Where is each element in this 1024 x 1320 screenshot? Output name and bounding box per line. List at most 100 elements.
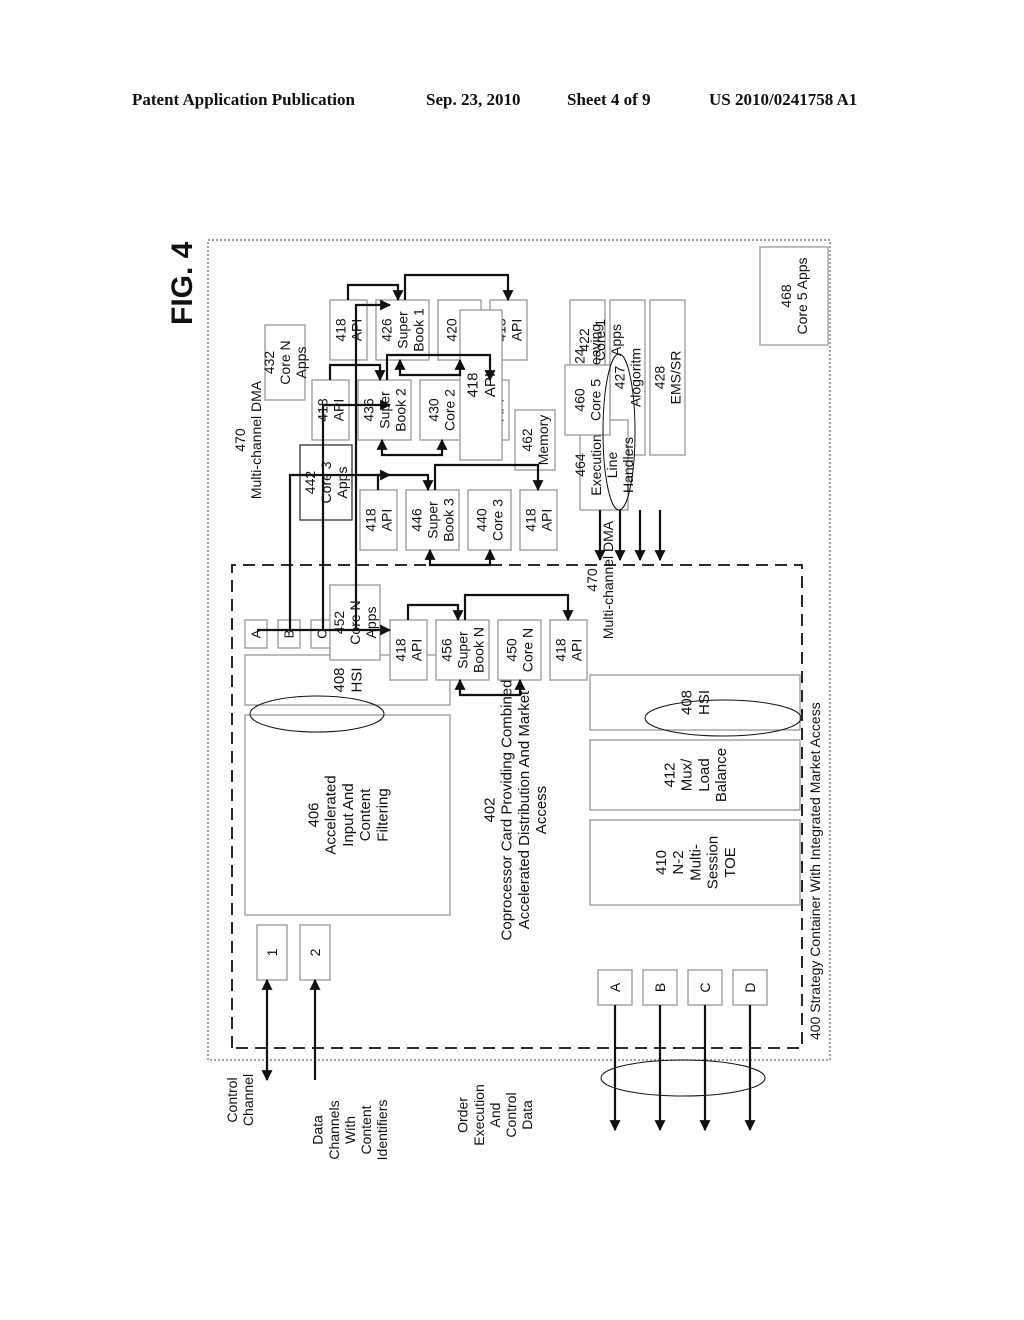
execution-line-handlers-464-text-line: Execution (588, 434, 604, 495)
data-channels-label-line: Data (310, 1115, 326, 1145)
superbook-to-api-out-1 (403, 273, 514, 302)
accelerated-input-filtering-406-text-line: Content (357, 788, 374, 841)
input-port-1-text-line: 1 (264, 948, 280, 956)
mux-load-balance-412: 412 Mux/Load Balance (589, 739, 801, 811)
core-3: 440 Core 3 (467, 489, 512, 551)
api-418-out-core-3: 418 API (519, 489, 558, 551)
core-3-apps-442-text-line: Core 3 (318, 461, 334, 503)
api-418-in-core-1-text-line: 418 (332, 318, 348, 342)
core-n-apps-432-text-line: Core N (277, 340, 293, 384)
super-book-n-text-line: 456 (438, 638, 454, 662)
api-418-in-core-2-text-line: API (330, 399, 346, 422)
mux-load-balance-412-text-line: Balance (713, 748, 730, 802)
data-channels-label-line: Content (358, 1105, 374, 1154)
toe-410-text-line: Multi- (687, 844, 704, 881)
card-label: 402 Coprocessor Card Providing Combined Ac… (481, 680, 550, 941)
api-418-in-core-n: 418 API (389, 619, 428, 681)
core-5-apps-468: 468 Core 5 Apps (759, 246, 829, 346)
dma-port-A: A (244, 619, 268, 649)
super-book-2-text-line: Book 2 (393, 388, 409, 432)
api-418-central: 418 API (459, 309, 503, 461)
super-book-3-text-line: Super (424, 501, 440, 539)
api-418-in-core-3: 418 API (359, 489, 398, 551)
mux-load-balance-412-text-line: 412 (661, 762, 678, 787)
order-execution-label-line: Execution (471, 1084, 487, 1145)
input-port-1: 1 (256, 924, 288, 981)
api-418-in-core-3-text-line: 418 (362, 508, 378, 532)
data-channels-label-line: Channels (326, 1100, 342, 1159)
core-2-text-line: Core 2 (441, 389, 457, 431)
super-book-3-text-line: Book 3 (441, 498, 457, 542)
dma-label-top-line: Multi-channel DMA (248, 380, 264, 499)
output-port-D: D (732, 969, 768, 1006)
super-book-1-text-line: Super (394, 311, 410, 349)
api-418-in-core-n-text-line: 418 (392, 638, 408, 662)
core-3-text-line: 440 (473, 508, 489, 532)
output-port-C: C (687, 969, 723, 1006)
core-5-460-text-line: Core 5 (587, 379, 603, 421)
order-bus-ellipse (600, 1059, 766, 1097)
toe-410-text-line: 410 (653, 850, 670, 875)
toe-410-text-line: TOE (722, 847, 739, 878)
core-n-apps-452-text-line: Apps (363, 607, 379, 639)
mux-load-balance-412-text-line: Load (696, 758, 713, 791)
output-port-D-text-line: D (742, 982, 758, 992)
figure-4-diagram: FIG. 4 400 Strategy Container With Integ… (166, 239, 831, 1160)
accelerated-input-filtering-406: 406 Accelerated Input And Content Filtering (244, 714, 451, 916)
core-1-apps-422-line: 422 (576, 328, 592, 352)
super-book-1-text-line: Book 1 (411, 308, 427, 352)
order-execution-label-line: And (487, 1103, 503, 1128)
super-book-n-text-line: Book N (471, 627, 487, 673)
order-execution-label-line: Control (503, 1092, 519, 1137)
ems-sr-428-text-line: EMS/SR (667, 351, 683, 405)
super-book-3: 446 Super Book 3 (405, 489, 460, 551)
dma-label-right-line: Multi-channel DMA (600, 520, 616, 639)
core-n-apps-432: 432 Core N Apps (261, 324, 309, 401)
card-402-line: 402 (481, 797, 498, 822)
toe-410-text-line: Session (705, 836, 722, 889)
superbook-core-link-3 (424, 548, 496, 567)
output-port-C-text-line: C (697, 982, 713, 992)
core-5-apps-468-text-line: 468 (778, 284, 794, 308)
super-book-2-text-line: Super (376, 391, 392, 429)
card-402-line: Access (533, 786, 550, 834)
api-418-in-core-3-text-line: API (378, 509, 394, 532)
output-port-A: A (597, 969, 633, 1006)
memory-462-text-line: Memory (535, 415, 551, 466)
super-book-1-text-line: 426 (378, 318, 394, 342)
accelerated-input-filtering-406-text-line: Accelerated (323, 775, 340, 854)
api-to-superbook-3 (376, 473, 434, 492)
dma-label-right-line: 470 (584, 568, 600, 592)
api-418-out-core-3-text-line: 418 (522, 508, 538, 532)
super-book-3-text-line: 446 (408, 508, 424, 532)
hsi-408-output: 408 HSI (589, 674, 801, 731)
super-book-2-text-line: 436 (360, 398, 376, 422)
algorithm-427-text-line: 427 (611, 366, 627, 390)
ems-sr-428: 428 EMS/SR (649, 299, 686, 456)
api-418-out-core-3-text-line: API (538, 509, 554, 532)
input-port-2-text-line: 2 (307, 948, 323, 956)
core-n-text-line: 450 (503, 638, 519, 662)
control-channel-label-line: Channel (240, 1074, 256, 1126)
api-to-superbook-1 (346, 283, 404, 302)
super-book-n-text-line: Super (454, 631, 470, 669)
super-book-1: 426 Super Book 1 (375, 299, 430, 361)
core-2: 430 Core 2 (419, 379, 464, 441)
card-402-line: Coprocessor Card Providing Combined (499, 680, 516, 941)
super-book-2: 436 Super Book 2 (357, 379, 412, 441)
core-2-text-line: 430 (425, 398, 441, 422)
core-5-apps-468-text-line: Core 5 Apps (794, 257, 810, 334)
execution-line-handlers-464-text-line: 464 (572, 453, 588, 477)
memory-462-text-line: 462 (519, 428, 535, 452)
api-418-in-core-n-text-line: API (408, 639, 424, 662)
api-418-out-core-1-text-line: API (508, 319, 524, 342)
memory-462: 462 Memory (514, 409, 556, 471)
control-channel-label-line: Control (224, 1077, 240, 1122)
hsi-408-output-text-line: HSI (696, 690, 713, 715)
core-n-apps-432-text-line: 432 (261, 351, 277, 375)
core-3-apps-442: 442 Core 3 Apps (299, 444, 353, 521)
core-5-460-text-line: 460 (571, 388, 587, 412)
core-1-text-line: 420 (443, 318, 459, 342)
toe-410: 410 N-2 Multi- Session TOE (589, 819, 801, 906)
core-3-text-line: Core 3 (489, 499, 505, 541)
